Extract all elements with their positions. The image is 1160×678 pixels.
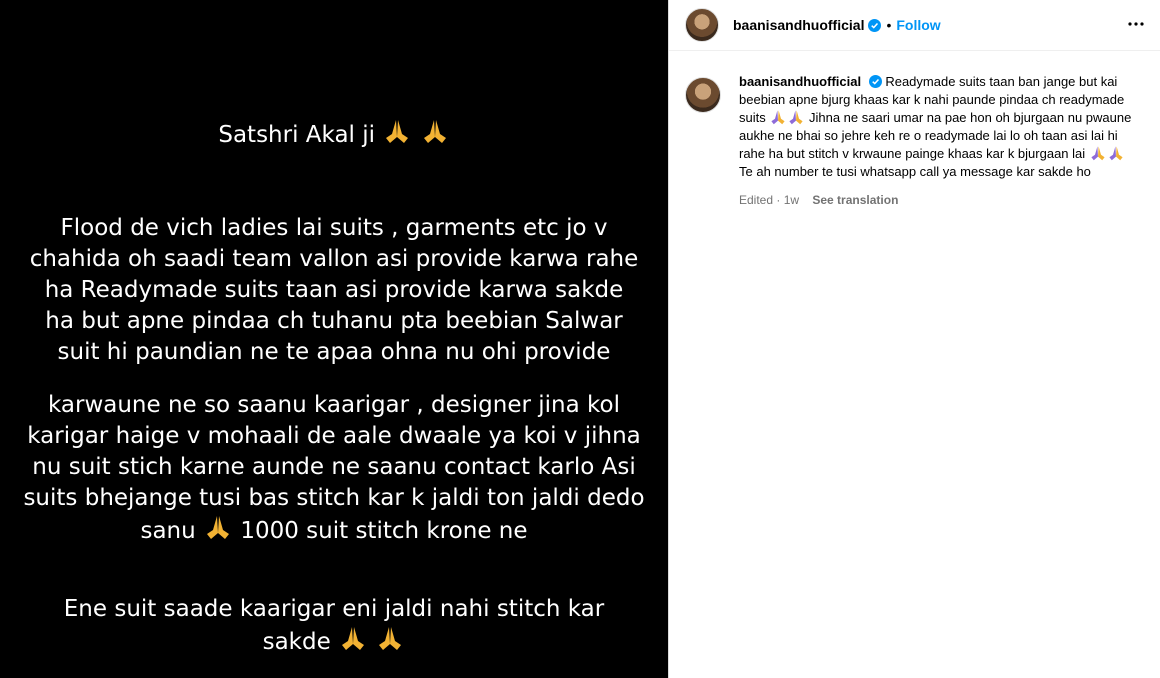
header-username[interactable]: baanisandhuofficial [733,17,864,33]
image-text-line: chahida oh saadi team vallon asi provide… [29,246,639,272]
image-text-line: suits bhejange tusi bas stitch kar k jal… [23,485,645,511]
praying-hands-icon [423,120,446,143]
image-text-line: ha but apne pindaa ch tuhanu pta beebian… [45,308,623,334]
caption-comment: baanisandhuofficial Readymade suits taan… [669,51,1160,209]
post-side-panel: baanisandhuofficial • Follow baanisandhu… [668,0,1160,678]
verified-badge-icon [868,75,882,88]
image-text-line: suit hi paundian ne te apaa ohna nu ohi … [57,339,611,365]
caption-text: Te ah number te tusi whatsapp call ya me… [739,164,1091,179]
caption-body: baanisandhuofficial Readymade suits taan… [739,73,1144,209]
image-text-line: sanu 1000 suit stitch krone ne [0,514,668,547]
praying-hands-icon [771,110,785,125]
caption-meta: Edited · 1w See translation [739,191,1144,209]
post-image[interactable]: Satshri Akal ji Flood de vich ladies lai… [0,0,668,678]
separator-dot: • [886,17,892,33]
verified-badge-icon [868,18,882,32]
praying-hands-icon [386,120,409,143]
edited-timestamp: Edited · 1w [739,193,800,207]
image-text-line: ha Readymade suits taan asi provide karw… [44,277,624,303]
praying-hands-icon [1109,146,1123,161]
image-text-line: sakde [0,625,668,658]
praying-hands-icon [379,627,402,650]
image-text-line: Flood de vich ladies lai suits , garment… [60,215,608,241]
caption-username[interactable]: baanisandhuofficial [739,74,861,89]
more-options-icon[interactable] [1126,14,1146,34]
praying-hands-icon [1091,146,1105,161]
praying-hands-icon [342,627,365,650]
avatar[interactable] [685,8,719,42]
avatar[interactable] [685,77,721,113]
follow-button[interactable]: Follow [896,17,940,33]
image-text-line: Ene suit saade kaarigar eni jaldi nahi s… [63,596,605,622]
post-header: baanisandhuofficial • Follow [669,0,1160,51]
image-text-line: nu suit stich karne aunde ne saanu conta… [32,454,636,480]
see-translation-link[interactable]: See translation [812,193,898,207]
image-text-line: karwaune ne so saanu kaarigar , designer… [47,392,620,418]
image-text-line: karigar haige v mohaali de aale dwaale y… [27,423,641,449]
praying-hands-icon [789,110,803,125]
image-text-line: Satshri Akal ji [0,118,668,151]
praying-hands-icon [207,516,230,539]
